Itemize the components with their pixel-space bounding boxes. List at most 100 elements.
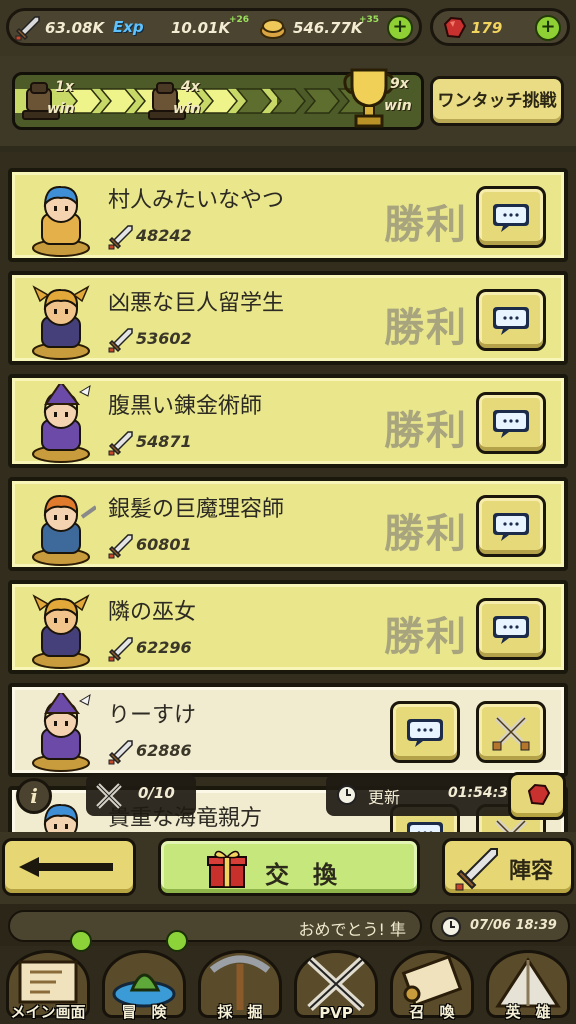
opponent-card[interactable]: りーすけ 62886 xyxy=(8,683,568,777)
chat-button[interactable] xyxy=(476,186,546,248)
nav-label: メイン画面 xyxy=(10,1003,86,1021)
milestone-1-label: win xyxy=(47,101,75,117)
notification-dot xyxy=(166,930,188,952)
opponent-power: 62296 xyxy=(136,638,192,657)
opponent-avatar[interactable] xyxy=(26,380,96,464)
opponent-card[interactable]: 腹黒い錬金術師 54871 勝利 xyxy=(8,374,568,468)
sword-icon xyxy=(108,636,134,662)
opponent-name: 銀髪の巨魔理容師 xyxy=(108,497,285,522)
opponent-power: 54871 xyxy=(136,432,192,451)
sword-icon xyxy=(108,327,134,353)
formation-label: 陣容 xyxy=(509,859,554,884)
opponent-name: 村人みたいなやつ xyxy=(108,188,285,213)
attack-value: 63.08K xyxy=(45,19,105,37)
milestone-2-label: win xyxy=(173,101,201,117)
news-message: おめでとう! 隼 xyxy=(298,920,406,939)
opponent-power: 60801 xyxy=(136,535,192,554)
gold-rate: +35 xyxy=(359,15,380,25)
resource-bar: 63.08K Exp 10.01K +26 546.77K +35 + 179 … xyxy=(0,0,576,56)
nav-item[interactable]: 冒 険 xyxy=(96,930,192,1024)
opponent-avatar[interactable] xyxy=(26,590,96,670)
progress-chevron xyxy=(303,88,340,114)
nav-item[interactable]: 英 雄 xyxy=(480,946,576,1024)
opponent-name: 凶悪な巨人留学生 xyxy=(108,291,285,316)
exchange-label: 交 換 xyxy=(265,861,337,889)
opponent-avatar[interactable] xyxy=(26,281,96,361)
victory-status: 勝利 xyxy=(384,305,468,351)
exp-rate: +26 xyxy=(229,15,250,25)
opponent-power: 53602 xyxy=(136,329,192,348)
add-gems-button[interactable]: + xyxy=(535,15,561,41)
opponent-name: 隣の巫女 xyxy=(108,600,197,625)
nav-item[interactable]: PVP xyxy=(288,946,384,1024)
one-click-challenge-button[interactable]: ワンタッチ挑戦 xyxy=(430,76,564,126)
crossed-swords-icon xyxy=(96,783,122,809)
gold-coin-icon xyxy=(260,19,286,39)
opponent-power: 62886 xyxy=(136,741,192,760)
nav-label: 冒 険 xyxy=(121,1003,167,1021)
sword-icon xyxy=(108,224,134,250)
opponent-avatar[interactable] xyxy=(26,689,96,773)
milestone-3-label: win xyxy=(384,98,412,114)
victory-status: 勝利 xyxy=(384,614,468,660)
arrow-left-icon xyxy=(19,857,113,877)
sword-icon xyxy=(15,16,40,41)
formation-button[interactable]: 陣容 xyxy=(442,838,574,896)
opponent-avatar[interactable] xyxy=(26,487,98,567)
info-button[interactable]: i xyxy=(16,778,52,814)
gift-box-icon xyxy=(207,850,247,888)
opponent-power: 48242 xyxy=(136,226,192,245)
datetime-text: 07/06 18:39 xyxy=(470,918,557,933)
milestone-1-mult: 1x xyxy=(55,79,74,95)
nav-item[interactable]: 採 掘 xyxy=(192,946,288,1024)
opponent-name: りーすけ xyxy=(108,703,197,728)
back-button[interactable] xyxy=(2,838,136,896)
sword-icon xyxy=(108,533,134,559)
opponent-card[interactable]: 銀髪の巨魔理容師 60801 勝利 xyxy=(8,477,568,571)
opponent-list[interactable]: 村人みたいなやつ 48242 勝利 凶悪な巨人留学生 53602 勝利 腹黒い錬金術… xyxy=(0,152,576,832)
nav-label: 英 雄 xyxy=(505,1003,551,1021)
refresh-gem-button[interactable] xyxy=(508,772,566,820)
battle-count-strip: 0/10 xyxy=(86,774,196,816)
opponent-name: 腹黒い錬金術師 xyxy=(108,394,263,419)
victory-status: 勝利 xyxy=(384,202,468,248)
exchange-button[interactable]: 交 換 xyxy=(158,838,420,896)
opponent-card[interactable]: 隣の巫女 62296 勝利 xyxy=(8,580,568,674)
opponent-avatar[interactable] xyxy=(26,178,96,258)
milestone-2-mult: 4x xyxy=(181,79,200,95)
gem-pill: 179 + xyxy=(430,8,570,46)
chat-button[interactable] xyxy=(476,392,546,454)
sword-icon xyxy=(108,430,134,456)
exp-value: 10.01K xyxy=(171,19,231,37)
gem-icon xyxy=(443,16,467,39)
win-progress-section: 1x win 4x win 9x win ワンタッチ挑戦 xyxy=(0,56,576,146)
opponent-card[interactable]: 凶悪な巨人留学生 53602 勝利 xyxy=(8,271,568,365)
victory-status: 勝利 xyxy=(384,408,468,454)
chat-button[interactable] xyxy=(476,495,546,557)
chat-button[interactable] xyxy=(476,289,546,351)
refresh-strip: 更新 01:54:36 xyxy=(326,774,518,816)
resource-pill: 63.08K Exp 10.01K +26 546.77K +35 + xyxy=(6,8,422,46)
sword-icon xyxy=(455,848,498,891)
battle-count: 0/10 xyxy=(138,784,175,802)
nav-item[interactable]: メイン画面 xyxy=(0,930,96,1024)
datetime-pill: 07/06 18:39 xyxy=(430,910,570,942)
nav-label: PVP xyxy=(319,1004,353,1022)
action-bar: 交 換 陣容 xyxy=(0,832,576,904)
milestone-3-mult: 9x xyxy=(390,76,409,92)
exp-icon: Exp xyxy=(113,18,144,36)
opponent-card[interactable]: 村人みたいなやつ 48242 勝利 xyxy=(8,168,568,262)
add-gold-button[interactable]: + xyxy=(387,15,413,41)
nav-label: 召 喚 xyxy=(409,1003,455,1021)
gem-icon xyxy=(527,783,551,806)
refresh-label: 更新 xyxy=(368,788,401,807)
bottom-navigation: メイン画面 冒 険 採 掘 PVP 召 喚 英 雄 xyxy=(0,930,576,1024)
sword-icon xyxy=(108,739,134,765)
chat-button[interactable] xyxy=(390,701,460,763)
nav-item[interactable]: 召 喚 xyxy=(384,946,480,1024)
gold-value: 546.77K xyxy=(293,19,363,37)
challenge-button[interactable] xyxy=(476,701,546,763)
chat-button[interactable] xyxy=(476,598,546,660)
victory-status: 勝利 xyxy=(384,511,468,557)
clock-icon xyxy=(337,785,357,805)
